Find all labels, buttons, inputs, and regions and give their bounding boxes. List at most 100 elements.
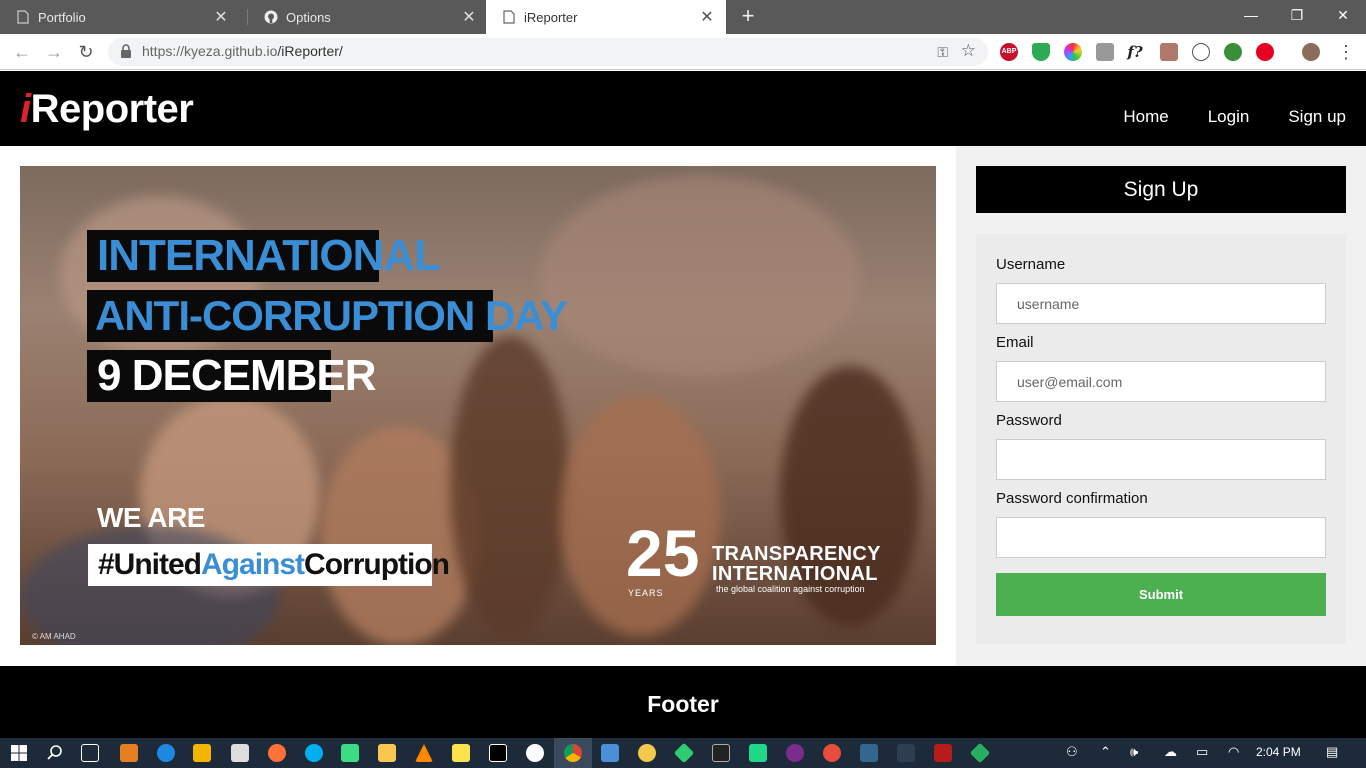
tab-portfolio[interactable]: Portfolio ✕ <box>0 0 240 34</box>
file-explorer-icon[interactable] <box>378 744 396 762</box>
password-confirm-input[interactable] <box>996 517 1326 558</box>
font-finder-icon[interactable]: f? <box>1126 43 1144 61</box>
wifi-icon[interactable]: ◠ <box>1228 744 1239 760</box>
windows-start-icon[interactable] <box>10 744 28 762</box>
url-path: /iReporter/ <box>277 43 343 59</box>
calendar-app-icon[interactable] <box>786 744 804 762</box>
hashtag-part-2: Against <box>201 548 305 581</box>
tab-label: iReporter <box>524 9 578 25</box>
nav-signup-link[interactable]: Sign up <box>1288 107 1346 127</box>
sticky-notes-icon[interactable] <box>452 744 470 762</box>
pinterest-icon[interactable] <box>1256 43 1274 61</box>
pdf-extension-icon[interactable] <box>1160 43 1178 61</box>
signup-form: Username Email Password Password confirm… <box>976 234 1346 644</box>
site-logo[interactable]: iReporter <box>20 87 194 132</box>
headline-line-3: 9 DECEMBER <box>87 350 377 402</box>
task-view-icon[interactable] <box>81 744 99 762</box>
emoji-app-icon[interactable] <box>638 744 656 762</box>
new-tab-button[interactable]: + <box>736 4 760 30</box>
restore-icon[interactable]: ❐ <box>1274 0 1320 30</box>
headline-line-2: ANTI-CORRUPTION DAY <box>87 290 568 342</box>
git-app-icon[interactable] <box>969 742 991 764</box>
menu-kebab-icon[interactable]: ⋮ <box>1334 40 1358 64</box>
git-kraken-icon[interactable] <box>673 742 695 764</box>
username-label: Username <box>996 256 1066 273</box>
close-tab-icon[interactable]: ✕ <box>460 7 478 27</box>
back-icon[interactable]: ← <box>10 40 34 64</box>
hero-image: INTERNATIONAL ANTI-CORRUPTION DAY 9 DECE… <box>20 166 936 645</box>
reload-icon[interactable]: ↻ <box>74 40 98 64</box>
window-extension-icon[interactable] <box>1096 43 1114 61</box>
github-desktop-icon[interactable] <box>526 744 544 762</box>
key-icon[interactable]: ⚿ <box>937 44 948 61</box>
logo-i: i <box>20 87 31 131</box>
hashtag-part-3: Corruption <box>304 548 450 581</box>
url-text: https://kyeza.github.io/iReporter/ <box>142 43 343 59</box>
intellij-icon[interactable] <box>489 744 507 762</box>
chrome-icon[interactable] <box>564 744 582 762</box>
close-window-icon[interactable]: ✕ <box>1320 0 1366 30</box>
email-input[interactable] <box>996 361 1326 402</box>
edge-icon[interactable] <box>157 744 175 762</box>
postgresql-icon[interactable] <box>860 744 878 762</box>
browser-tab-strip: Portfolio ✕ Options ✕ iReporter ✕ + — ❐ … <box>0 0 1366 34</box>
notifications-icon[interactable]: ▤ <box>1326 744 1338 760</box>
photo-app-icon[interactable] <box>934 744 952 762</box>
globe-extension-icon[interactable] <box>1224 43 1242 61</box>
close-tab-icon[interactable]: ✕ <box>698 7 716 27</box>
ti-25-logo: 25 <box>626 516 700 590</box>
search-icon[interactable] <box>46 744 64 762</box>
username-input[interactable] <box>996 283 1326 324</box>
vlc-icon[interactable] <box>415 744 433 762</box>
password-confirm-label: Password confirmation <box>996 490 1148 507</box>
skype-icon[interactable] <box>305 744 323 762</box>
mail-icon[interactable] <box>231 744 249 762</box>
address-bar[interactable]: https://kyeza.github.io/iReporter/ ⚿ ☆ <box>108 38 988 66</box>
main-content: INTERNATIONAL ANTI-CORRUPTION DAY 9 DECE… <box>0 146 1366 666</box>
tab-options[interactable]: Options ✕ <box>248 0 488 34</box>
volume-icon[interactable]: 🕪 <box>1130 744 1138 760</box>
profile-avatar[interactable] <box>1302 43 1320 61</box>
json-viewer-icon[interactable] <box>1192 43 1210 61</box>
tab-label: Options <box>286 9 331 25</box>
hashtag-banner: #UnitedAgainstCorruption <box>88 544 450 586</box>
crowd-blur <box>540 176 860 376</box>
pycharm-icon[interactable] <box>749 744 767 762</box>
signup-sidebar: Sign Up Username Email Password Password… <box>956 146 1366 666</box>
nav-login-link[interactable]: Login <box>1208 107 1250 127</box>
bookmark-star-icon[interactable]: ☆ <box>961 41 976 61</box>
submit-button[interactable]: Submit <box>996 573 1326 616</box>
android-studio-icon[interactable] <box>341 744 359 762</box>
close-tab-icon[interactable]: ✕ <box>212 7 230 27</box>
battery-icon[interactable]: ▭ <box>1196 744 1208 760</box>
forward-icon[interactable]: → <box>42 40 66 64</box>
terminal-app-icon[interactable] <box>897 744 915 762</box>
firefox-icon[interactable] <box>268 744 286 762</box>
password-input[interactable] <box>996 439 1326 480</box>
shield-extension-icon[interactable] <box>1032 43 1050 61</box>
ti-years-text: YEARS <box>628 588 664 598</box>
color-picker-icon[interactable] <box>1064 43 1082 61</box>
raised-fist <box>450 336 570 636</box>
adblock-icon[interactable]: ABP <box>1000 43 1018 61</box>
page-icon <box>16 10 30 24</box>
ti-tagline: the global coalition against corruption <box>716 584 865 594</box>
photo-credit: © AM AHAD <box>32 632 76 641</box>
command-prompt-icon[interactable] <box>712 744 730 762</box>
page-icon <box>502 10 516 24</box>
chevron-up-icon[interactable]: ⌃ <box>1100 744 1111 760</box>
minimize-icon[interactable]: — <box>1228 0 1274 30</box>
headline-line-1: INTERNATIONAL <box>87 230 441 282</box>
store-icon[interactable] <box>193 744 211 762</box>
paint-icon[interactable] <box>601 744 619 762</box>
email-label: Email <box>996 334 1034 351</box>
onedrive-icon[interactable]: ☁ <box>1164 744 1177 760</box>
taskbar-clock[interactable]: 2:04 PM <box>1256 745 1301 759</box>
sublime-text-icon[interactable] <box>120 744 138 762</box>
postman-icon[interactable] <box>823 744 841 762</box>
people-icon[interactable]: ⚇ <box>1066 744 1078 760</box>
nav-home-link[interactable]: Home <box>1123 107 1168 127</box>
tab-ireporter[interactable]: iReporter ✕ <box>486 0 726 34</box>
url-host: https://kyeza.github.io <box>142 43 278 59</box>
windows-taskbar: ⚇ ⌃ 🕪 ☁ ▭ ◠ 2:04 PM ▤ <box>0 738 1366 768</box>
